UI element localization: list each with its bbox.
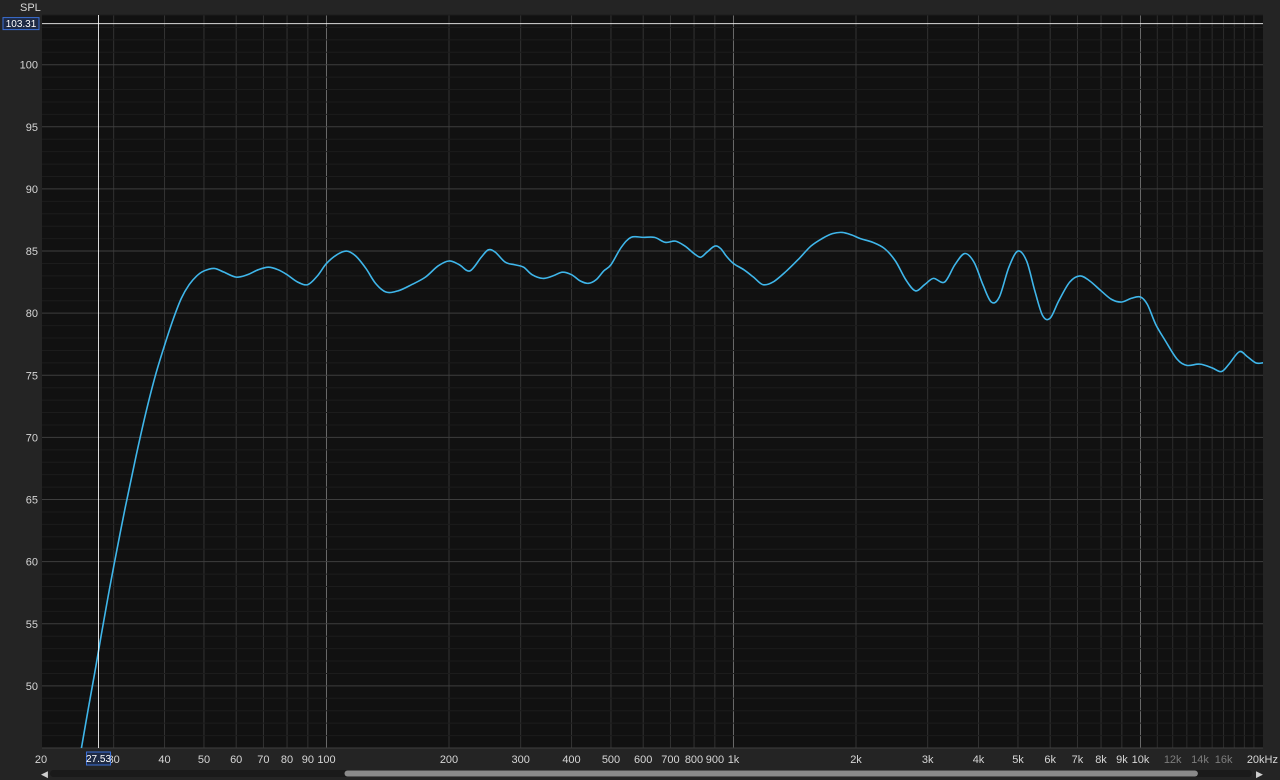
y-axis-tick-labels: 50 55 60 65 70 75 80 85 90 95 100 — [20, 60, 38, 693]
x-tick-label: 40 — [158, 754, 170, 766]
x-tick-label: 12k — [1164, 754, 1182, 766]
x-tick-label: 2k — [850, 754, 862, 766]
y-tick-label: 75 — [26, 370, 38, 382]
x-tick-label: 4k — [973, 754, 985, 766]
x-tick-label: 70 — [257, 754, 269, 766]
x-tick-label: 400 — [562, 754, 580, 766]
y-tick-label: 100 — [20, 60, 38, 72]
x-tick-label: 1k — [728, 754, 740, 766]
y-tick-label: 55 — [26, 619, 38, 631]
triangle-left-icon[interactable]: ◀ — [41, 770, 48, 780]
x-tick-label: 3k — [922, 754, 934, 766]
x-tick-label: 20 — [35, 754, 47, 766]
x-tick-label: 10k — [1132, 754, 1150, 766]
cursor-x-readout: 27.53 — [86, 754, 111, 765]
cursor-y-readout: 103.31 — [6, 19, 37, 30]
x-tick-label: 8k — [1095, 754, 1107, 766]
scrollbar-thumb[interactable] — [344, 770, 1198, 777]
x-tick-label: 100 — [317, 754, 335, 766]
x-tick-label: 80 — [281, 754, 293, 766]
x-tick-label: 9k — [1116, 754, 1128, 766]
x-tick-label: 900 — [706, 754, 724, 766]
y-tick-label: 65 — [26, 495, 38, 507]
triangle-right-icon[interactable]: ▶ — [1256, 770, 1263, 780]
x-tick-label: 7k — [1072, 754, 1084, 766]
x-tick-label: 14k — [1191, 754, 1209, 766]
y-tick-label: 85 — [26, 246, 38, 258]
x-tick-label: 800 — [685, 754, 703, 766]
x-tick-label: 200 — [440, 754, 458, 766]
x-tick-label: 5k — [1012, 754, 1024, 766]
x-tick-label: 50 — [198, 754, 210, 766]
x-tick-label: 90 — [302, 754, 314, 766]
x-tick-label: 60 — [230, 754, 242, 766]
plot-area[interactable] — [42, 15, 1263, 748]
y-tick-label: 80 — [26, 308, 38, 320]
x-tick-label: 16k — [1215, 754, 1233, 766]
y-tick-label: 50 — [26, 681, 38, 693]
spl-analyzer-window: 20 30 40 50 60 70 80 90 100 200 300 400 500 600 700 800… — [0, 0, 1280, 780]
y-tick-label: 60 — [26, 557, 38, 569]
y-tick-label: 95 — [26, 122, 38, 134]
x-tick-label: 700 — [661, 754, 679, 766]
x-tick-label: 500 — [602, 754, 620, 766]
y-tick-label: 90 — [26, 184, 38, 196]
x-tick-label: 600 — [634, 754, 652, 766]
x-axis-tick-labels: 20 30 40 50 60 70 80 90 100 200 300 400 500 600 700 800… — [35, 754, 1278, 766]
y-axis-title: SPL — [20, 2, 41, 14]
x-tick-label: 20kHz — [1247, 754, 1278, 766]
x-tick-label: 6k — [1044, 754, 1056, 766]
y-tick-label: 70 — [26, 432, 38, 444]
frequency-response-chart[interactable]: 20 30 40 50 60 70 80 90 100 200 300 400 500 600 700 800… — [0, 0, 1280, 780]
x-tick-label: 300 — [512, 754, 530, 766]
horizontal-scrollbar[interactable]: ◀ ▶ — [41, 770, 1263, 780]
